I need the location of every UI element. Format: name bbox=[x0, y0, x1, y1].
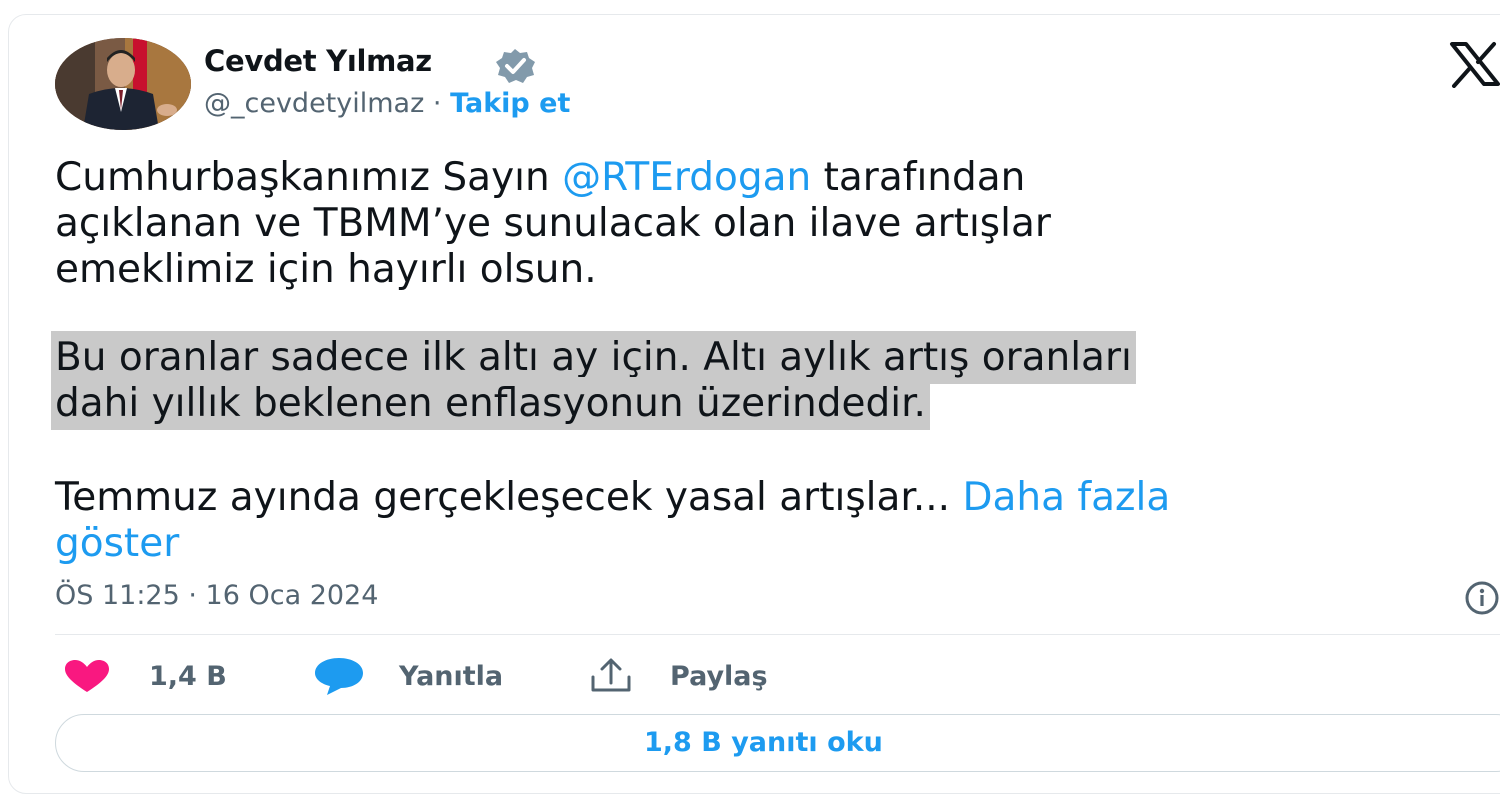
highlighted-text: Bu oranlar sadece ilk altı ay için. Altı… bbox=[55, 335, 1132, 380]
share-upload-icon bbox=[591, 658, 631, 692]
x-logo-icon[interactable] bbox=[1448, 40, 1500, 88]
tweet-text: tarafından bbox=[811, 155, 1026, 200]
tweet-text: emeklimiz için hayırlı olsun. bbox=[55, 247, 597, 292]
tweet-paragraph-2: Bu oranlar sadece ilk altı ay için. Altı… bbox=[55, 335, 1455, 427]
follow-button[interactable]: Takip et bbox=[450, 88, 570, 119]
author-avatar[interactable] bbox=[55, 38, 191, 130]
mention-link[interactable]: @RTErdogan bbox=[562, 155, 811, 200]
verified-badge-icon bbox=[496, 49, 535, 83]
divider bbox=[55, 634, 1500, 635]
like-button[interactable]: 1,4 B bbox=[63, 652, 227, 700]
share-label: Paylaş bbox=[670, 660, 768, 692]
reply-bubble-icon bbox=[315, 658, 363, 695]
tweet-timestamp[interactable]: ÖS 11:25 · 16 Oca 2024 bbox=[55, 580, 378, 611]
read-replies-button[interactable]: 1,8 B yanıtı oku bbox=[55, 714, 1500, 772]
info-icon[interactable] bbox=[1462, 580, 1500, 616]
show-more-link[interactable]: Daha fazla bbox=[962, 475, 1170, 520]
tweet-text: Temmuz ayında gerçekleşecek yasal artışl… bbox=[55, 475, 963, 520]
author-handle[interactable]: @_cevdetyilmaz bbox=[204, 88, 424, 119]
like-count: 1,4 B bbox=[149, 660, 227, 692]
show-more-link[interactable]: göster bbox=[55, 521, 179, 566]
avatar-photo bbox=[55, 38, 191, 130]
tweet-text: Cumhurbaşkanımız Sayın bbox=[55, 155, 563, 200]
reply-label: Yanıtla bbox=[399, 660, 504, 692]
tweet-paragraph-3: Temmuz ayında gerçekleşecek yasal artışl… bbox=[55, 475, 1455, 567]
highlighted-text: dahi yıllık beklenen enflasyonun üzerind… bbox=[55, 381, 926, 426]
reply-button[interactable]: Yanıtla bbox=[313, 652, 503, 700]
tweet-text: açıklanan ve TBMM’ye sunulacak olan ilav… bbox=[55, 201, 1051, 246]
handle-separator: · bbox=[432, 88, 442, 119]
author-name[interactable]: Cevdet Yılmaz bbox=[204, 44, 432, 78]
author-handle-row: @_cevdetyilmaz · Takip et bbox=[204, 88, 570, 119]
read-replies-label: 1,8 B yanıtı oku bbox=[644, 727, 883, 758]
tweet-paragraph-1: Cumhurbaşkanımız Sayın @RTErdogan tarafı… bbox=[55, 155, 1455, 293]
heart-icon bbox=[65, 660, 109, 692]
share-button[interactable]: Paylaş bbox=[588, 652, 768, 700]
